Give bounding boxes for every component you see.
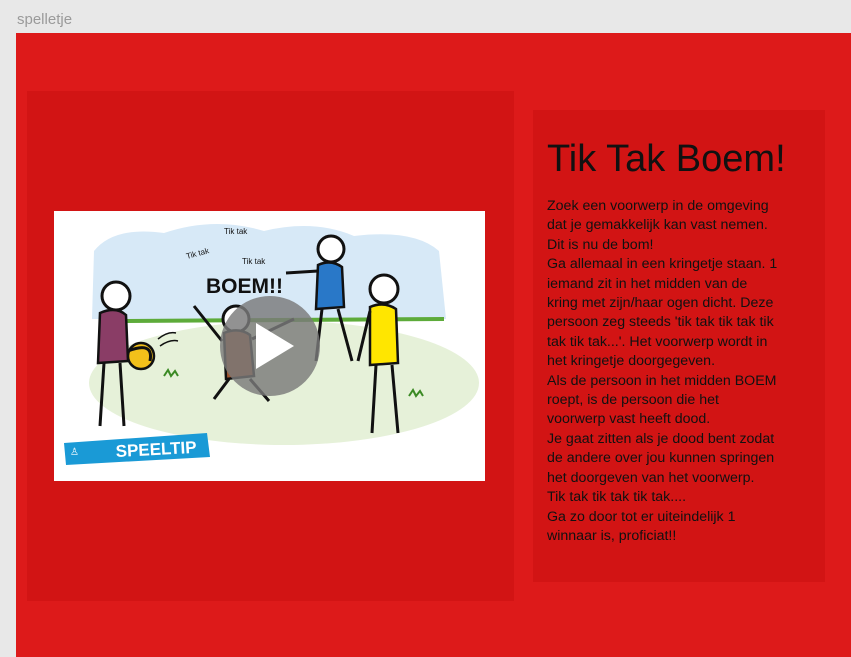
instructions-panel: Tik Tak Boem! Zoek een voorwerp in de om…	[533, 110, 825, 582]
game-description: Zoek een voorwerp in de omgeving dat je …	[547, 197, 819, 546]
video-player[interactable]: Tik tak Tik tak Tik tak BOEM!! ♙ SPEELTI…	[54, 211, 485, 481]
description-line: Ga allemaal in een kringetje staan. 1	[547, 256, 778, 273]
description-line: winnaar is, proficiat!!	[547, 527, 677, 544]
description-line: kring met zijn/haar ogen dicht. Deze	[547, 295, 774, 312]
play-icon[interactable]	[220, 296, 320, 396]
description-line: het kringetje doorgegeven.	[547, 353, 716, 370]
description-line: Je gaat zitten als je dood bent zodat	[547, 430, 775, 447]
description-line: tak tik tak...'. Het voorwerp wordt in	[547, 333, 768, 350]
window-title: spelletje	[17, 11, 73, 28]
description-line: roept, is de persoon die het	[547, 392, 719, 409]
speech-boom: BOEM!!	[206, 275, 283, 298]
game-title: Tik Tak Boem!	[547, 138, 786, 180]
description-line: Ga zo door tot er uiteindelijk 1	[547, 508, 736, 525]
description-line: het doorgeven van het voorwerp.	[547, 469, 755, 486]
game-canvas: Tik tak Tik tak Tik tak BOEM!! ♙ SPEELTI…	[16, 33, 851, 657]
video-thumbnail: Tik tak Tik tak Tik tak BOEM!! ♙ SPEELTI…	[64, 223, 479, 465]
description-line: de andere over jou kunnen springen	[547, 450, 775, 467]
description-line: Dit is nu de bom!	[547, 236, 654, 253]
description-line: persoon zeg steeds 'tik tak tik tak tik	[547, 314, 774, 331]
description-line: Als de persoon in het midden BOEM	[547, 372, 777, 389]
description-line: iemand zit in het midden van de	[547, 275, 748, 292]
banner-icon: ♙	[70, 447, 79, 458]
description-line: dat je gemakkelijk kan vast nemen.	[547, 217, 768, 234]
speech-tik-1: Tik tak	[224, 227, 248, 236]
description-line: voorwerp vast heeft dood.	[547, 411, 711, 428]
description-line: Tik tak tik tak tik tak....	[547, 489, 687, 506]
description-line: Zoek een voorwerp in de omgeving	[547, 198, 769, 214]
media-panel: Tik tak Tik tak Tik tak BOEM!! ♙ SPEELTI…	[27, 91, 514, 601]
speech-tik-3: Tik tak	[242, 257, 266, 266]
